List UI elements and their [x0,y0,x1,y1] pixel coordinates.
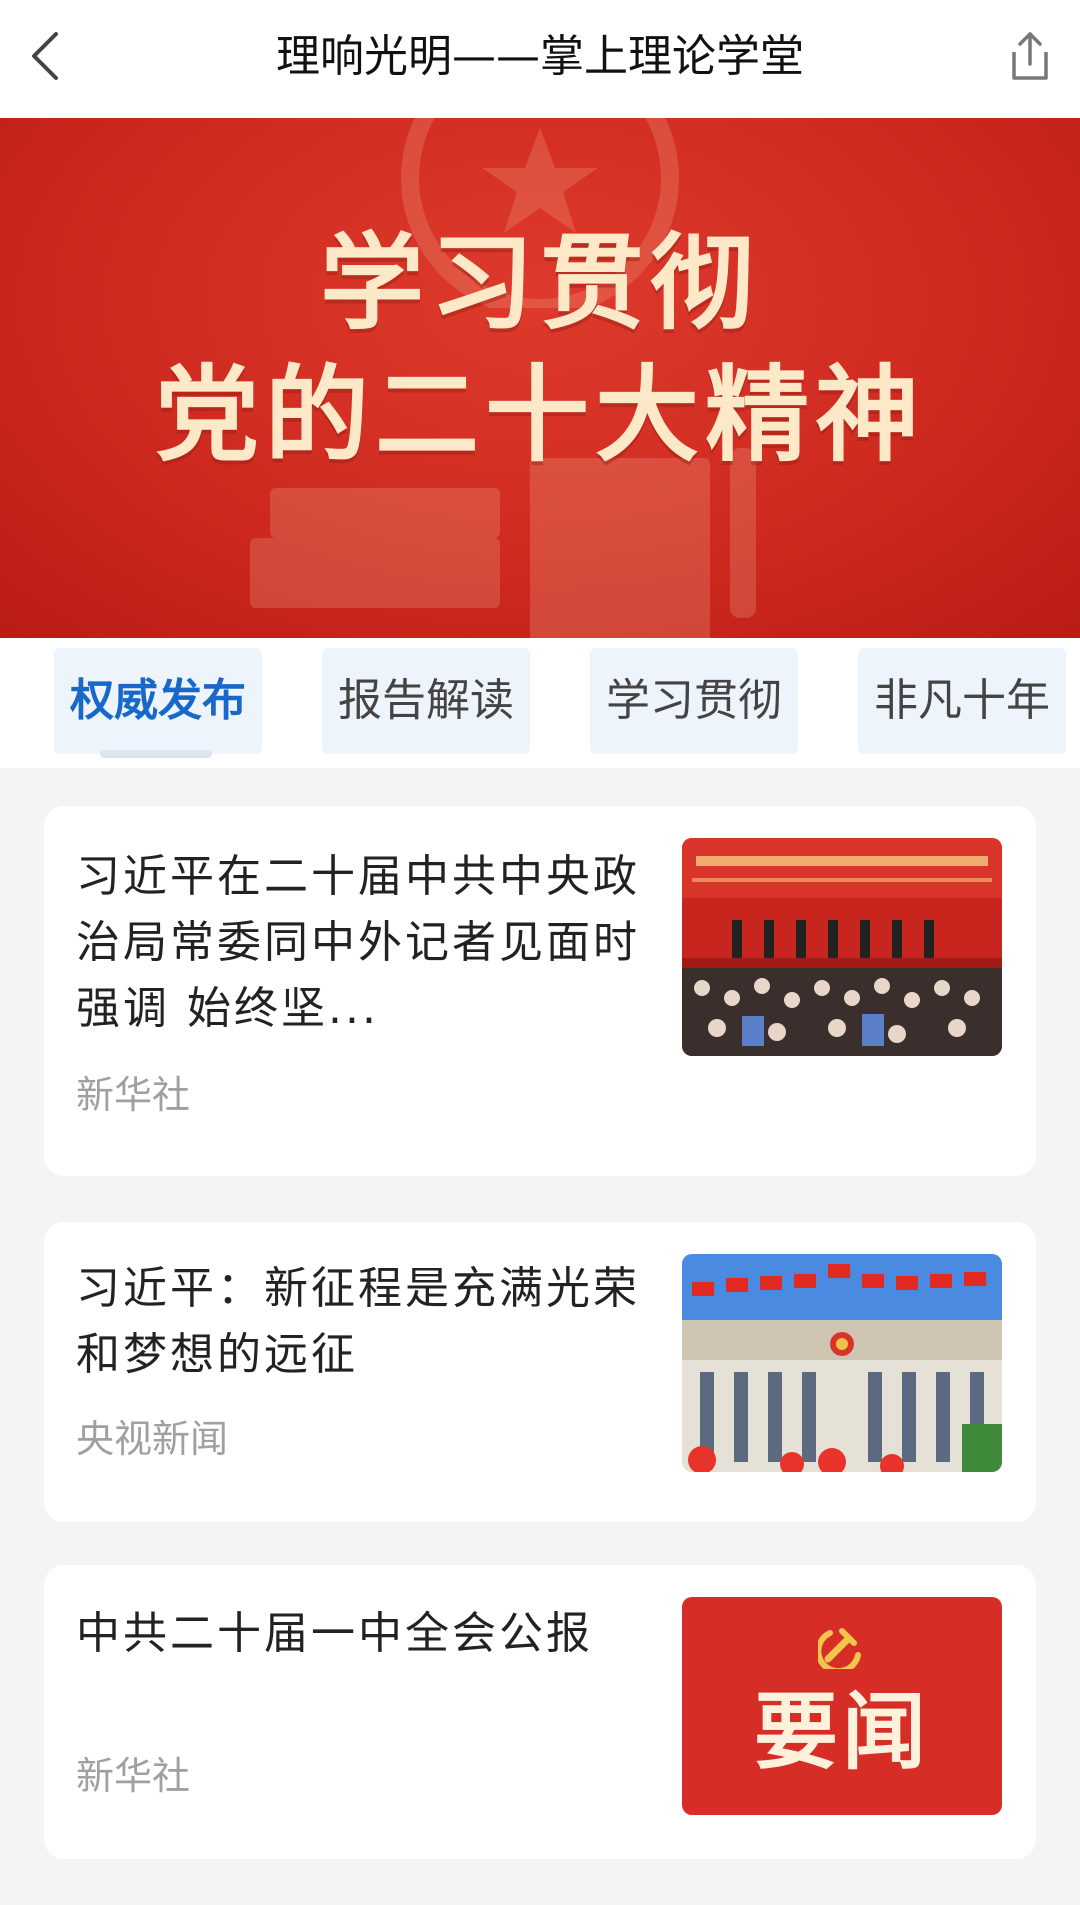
article-source: 新华社 [76,1073,191,1117]
banner-headline-line2: 党的二十大精神 [154,354,925,476]
tab-report-interpretation[interactable]: 报告解读 [322,648,530,754]
article-card[interactable]: 习近平：新征程是充满光荣和梦想的远征 央视新闻 [44,1222,1036,1522]
article-title: 习近平在二十届中共中央政治局常委同中外记者见面时强调 始终坚... [76,851,640,1034]
back-button[interactable] [22,26,72,86]
hero-banner[interactable]: 学习贯彻 党的二十大精神 [0,118,1080,638]
article-thumbnail: 要闻 [682,1597,1002,1815]
article-card[interactable]: 中共二十届一中全会公报 新华社 要闻 [44,1565,1036,1859]
share-icon [1012,32,1048,80]
top-bar: 理响光明——掌上理论学堂 [0,0,1080,118]
tab-extraordinary-decade[interactable]: 非凡十年 [858,648,1066,754]
page-title: 理响光明——掌上理论学堂 [276,31,804,82]
tab-study-implement[interactable]: 学习贯彻 [590,648,798,754]
great-hall-photo [682,1254,1002,1472]
article-card[interactable]: 习近平在二十届中共中央政治局常委同中外记者见面时强调 始终坚... 新华社 [44,806,1036,1176]
tab-authoritative-release[interactable]: 权威发布 [54,648,262,754]
article-source: 央视新闻 [76,1417,229,1461]
article-thumbnail [682,1254,1002,1472]
party-emblem-icon [818,1628,861,1669]
article-title: 习近平：新征程是充满光荣和梦想的远征 [76,1263,640,1380]
press-conference-photo [682,838,1002,1056]
article-source: 新华社 [76,1754,191,1798]
share-button[interactable] [1000,26,1060,86]
banner-headline-line1: 学习贯彻 [319,222,760,344]
article-title: 中共二十届一中全会公报 [76,1608,593,1659]
news-badge-text: 要闻 [753,1682,930,1781]
article-thumbnail [682,838,1002,1056]
active-tab-indicator [100,750,212,758]
chevron-left-icon [32,32,58,80]
